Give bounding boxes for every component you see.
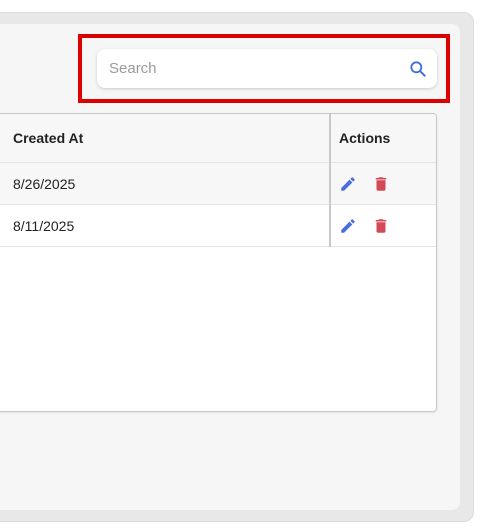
search-icon[interactable] [408,59,428,79]
column-divider[interactable] [329,114,331,247]
actions-cell [339,205,405,246]
delete-icon[interactable] [372,175,390,193]
column-header-actions: Actions [339,130,391,146]
table-header-row: Created At Actions [0,114,436,163]
edit-icon[interactable] [339,217,357,235]
table-row: 8/26/2025 [0,163,436,205]
edit-icon[interactable] [339,175,357,193]
actions-cell [339,163,405,204]
data-table: Created At Actions 8/26/2025 8/11/2025 [0,113,437,412]
table-row: 8/11/2025 [0,205,436,247]
search-box[interactable] [97,49,437,88]
search-input[interactable] [97,49,387,88]
delete-icon[interactable] [372,217,390,235]
created-at-cell: 8/11/2025 [13,217,75,234]
created-at-cell: 8/26/2025 [13,175,76,192]
column-header-created-at[interactable]: Created At [13,114,83,162]
